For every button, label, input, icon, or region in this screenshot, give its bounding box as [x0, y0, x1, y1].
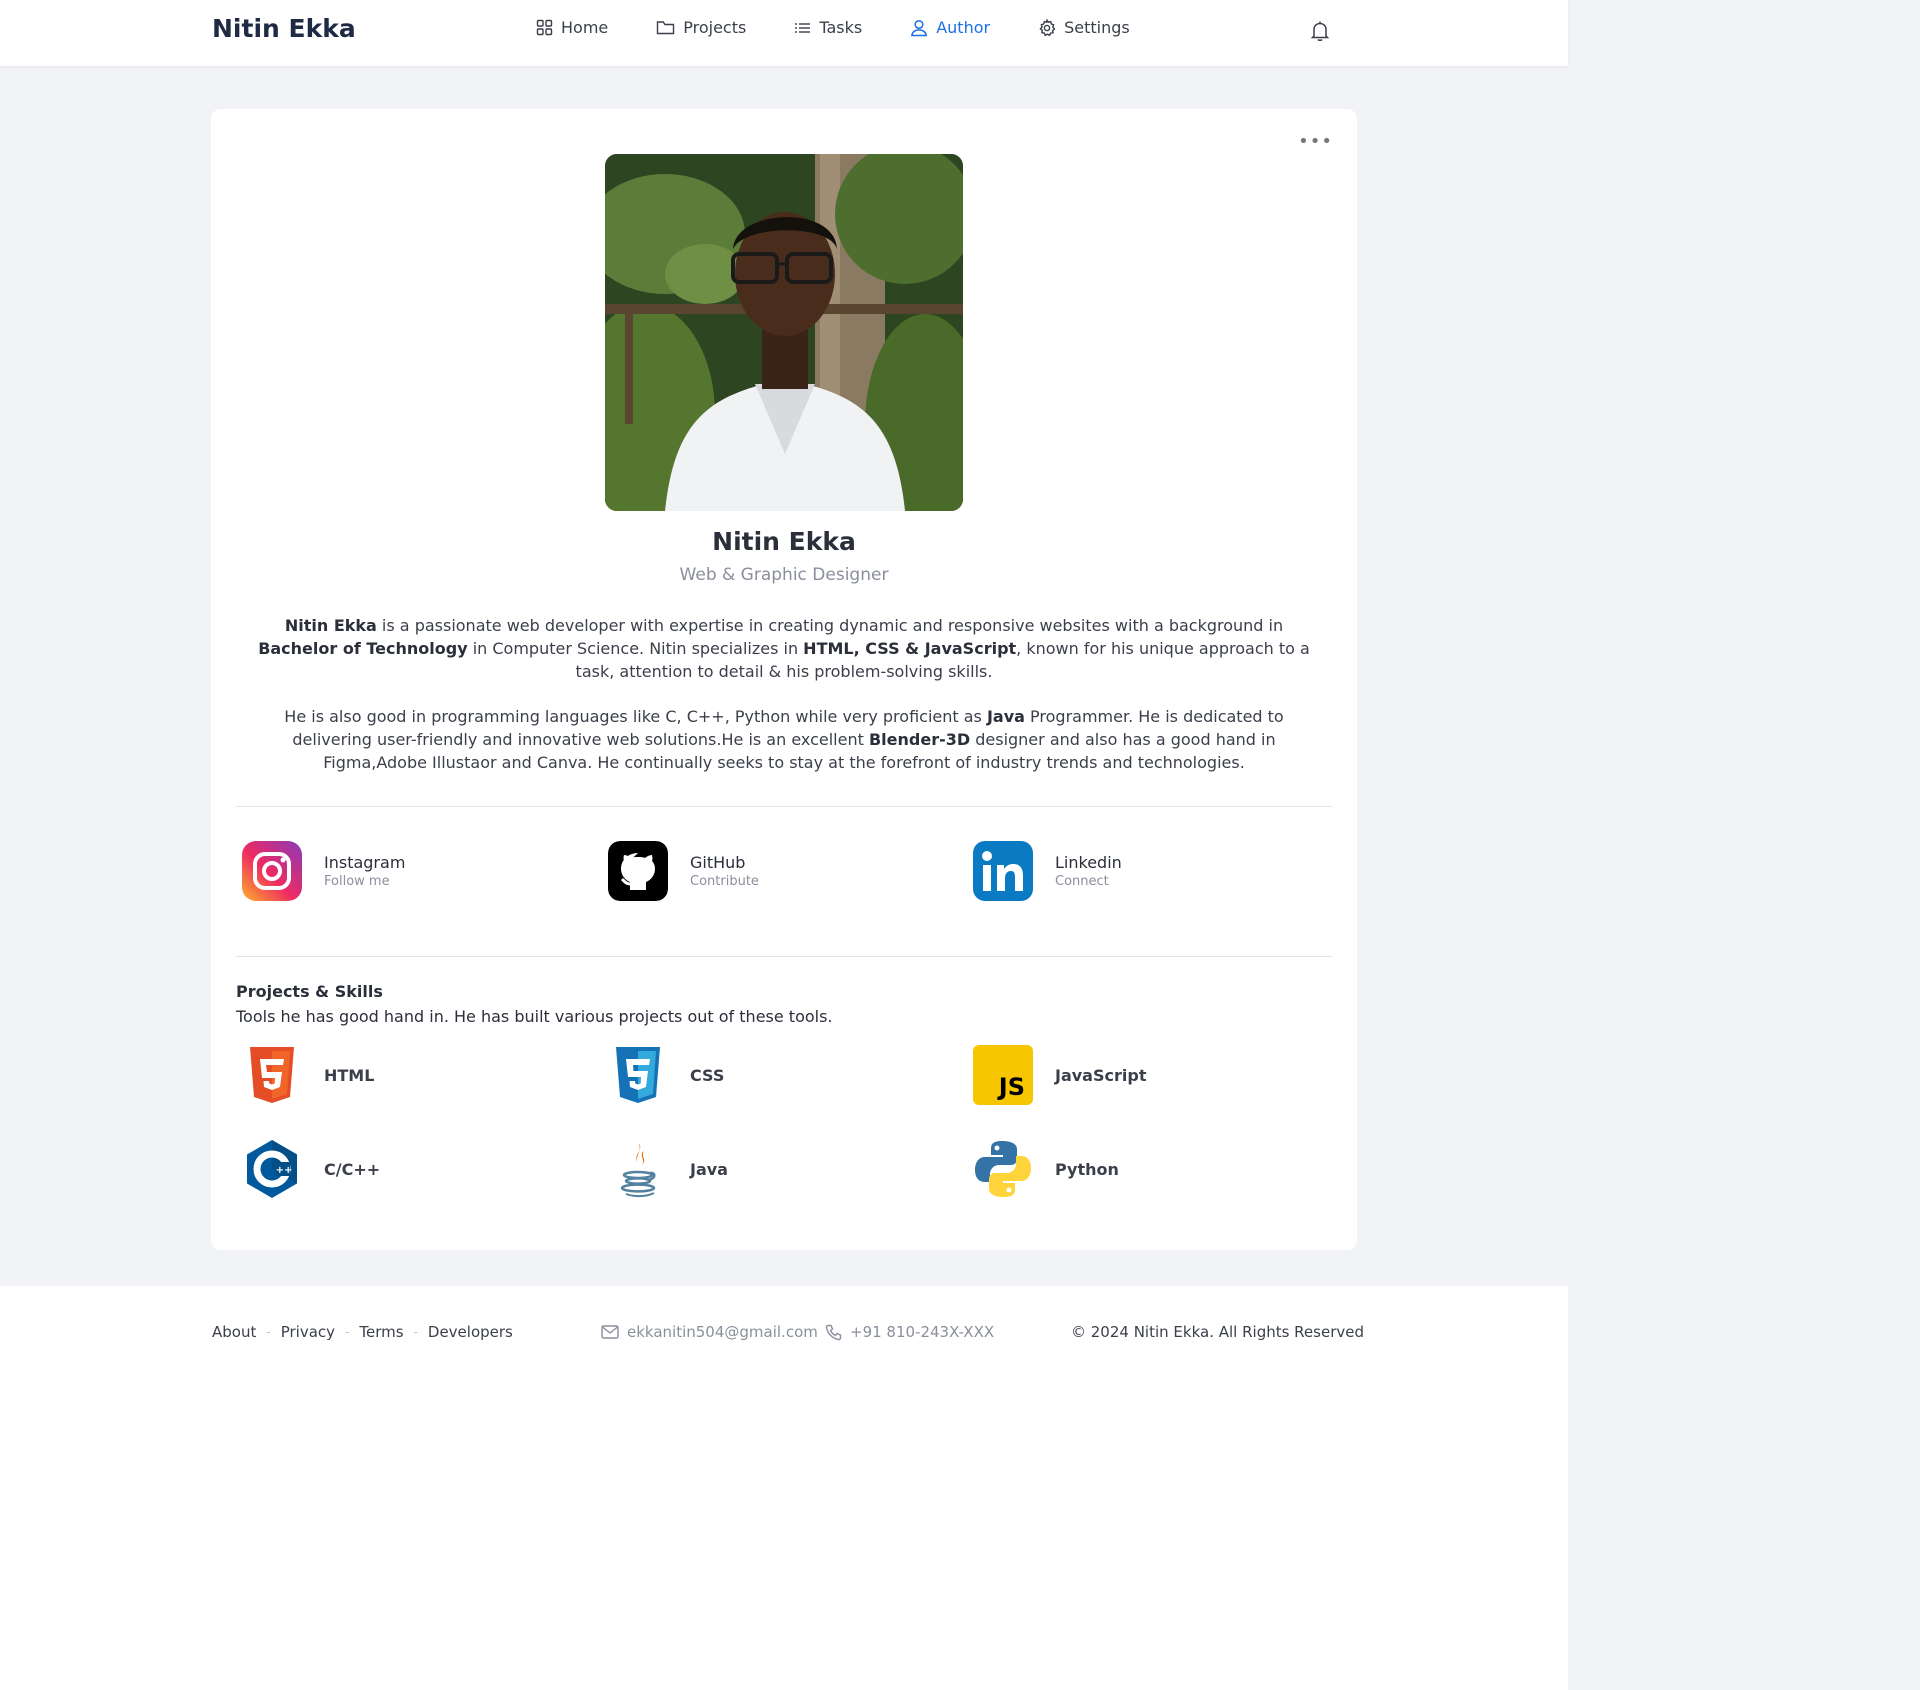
- bio-paragraph-1: Nitin Ekka is a passionate web developer…: [251, 614, 1317, 683]
- phone-icon: [825, 1324, 842, 1340]
- profile-card: ••• Nitin Ekka Web & Graphic Designer Ni…: [211, 109, 1357, 1250]
- footer-link-developers[interactable]: Developers: [428, 1323, 513, 1341]
- skill-html-label: HTML: [324, 1065, 375, 1085]
- skill-java[interactable]: Java: [608, 1139, 728, 1199]
- grid-icon: [536, 19, 553, 36]
- nav-projects-label: Projects: [683, 18, 747, 37]
- skills-section-subtitle: Tools he has good hand in. He has built …: [236, 1007, 833, 1026]
- gear-icon: [1039, 18, 1056, 36]
- bio2-bold-blender: Blender-3D: [868, 730, 971, 749]
- nav-projects[interactable]: Projects: [656, 18, 746, 37]
- linkedin-title: Linkedin: [1055, 853, 1122, 872]
- footer-email[interactable]: ekkanitin504@gmail.com: [601, 1323, 818, 1341]
- skill-css-label: CSS: [690, 1065, 725, 1085]
- nav-tasks-label: Tasks: [819, 18, 863, 37]
- instagram-title: Instagram: [324, 853, 406, 872]
- linkedin-icon: [973, 841, 1033, 901]
- svg-text:++: ++: [276, 1165, 293, 1176]
- footer-copyright: © 2024 Nitin Ekka. All Rights Reserved: [1071, 1323, 1364, 1341]
- footer-link-privacy[interactable]: Privacy: [281, 1323, 335, 1341]
- divider: [236, 956, 1332, 957]
- main-nav: Home Projects Tasks Author Settings: [536, 18, 1178, 37]
- divider: [236, 806, 1332, 807]
- footer-phone[interactable]: +91 810-243X-XXX: [825, 1323, 994, 1341]
- bio1-text-a: is a passionate web developer with exper…: [376, 616, 1284, 635]
- footer-link-about[interactable]: About: [212, 1323, 256, 1341]
- github-subtitle: Contribute: [690, 874, 759, 889]
- skill-python[interactable]: Python: [973, 1139, 1119, 1199]
- github-title: GitHub: [690, 853, 746, 872]
- skills-section-title: Projects & Skills: [236, 982, 383, 1001]
- skill-css[interactable]: CSS: [608, 1045, 724, 1105]
- bio1-bold-name: Nitin Ekka: [284, 616, 377, 635]
- footer-links: About - Privacy - Terms - Developers: [212, 1323, 513, 1341]
- nav-home[interactable]: Home: [536, 18, 608, 37]
- svg-text:JS: JS: [997, 1073, 1025, 1101]
- user-icon: [911, 19, 928, 36]
- skill-javascript-label: JavaScript: [1055, 1065, 1147, 1085]
- bell-icon[interactable]: [1310, 20, 1330, 42]
- profile-role: Web & Graphic Designer: [679, 565, 889, 585]
- nav-settings[interactable]: Settings: [1038, 18, 1130, 37]
- list-icon: [795, 22, 811, 33]
- nav-home-label: Home: [561, 18, 609, 37]
- brand-title[interactable]: Nitin Ekka: [212, 14, 356, 43]
- social-instagram[interactable]: Instagram Follow me: [242, 841, 405, 901]
- skill-python-label: Python: [1055, 1159, 1119, 1179]
- footer-separator: -: [413, 1325, 418, 1339]
- nav-author[interactable]: Author: [910, 18, 990, 37]
- footer-email-text: ekkanitin504@gmail.com: [627, 1323, 818, 1341]
- footer-separator: -: [345, 1325, 350, 1339]
- cpp-icon: ++: [247, 1140, 297, 1198]
- footer-phone-text: +91 810-243X-XXX: [850, 1323, 995, 1341]
- nav-settings-label: Settings: [1064, 18, 1130, 37]
- instagram-icon: [242, 841, 302, 901]
- java-icon: [620, 1143, 656, 1198]
- bio-paragraph-2: He is also good in programming languages…: [251, 705, 1317, 774]
- folder-icon: [657, 20, 675, 34]
- skill-javascript[interactable]: JS JavaScript: [973, 1045, 1146, 1105]
- footer: About - Privacy - Terms - Developers ekk…: [0, 1286, 1568, 1690]
- github-icon: [608, 841, 668, 901]
- profile-name: Nitin Ekka: [712, 527, 856, 556]
- css3-icon: [616, 1047, 660, 1103]
- nav-tasks[interactable]: Tasks: [794, 18, 862, 37]
- footer-separator: -: [266, 1325, 271, 1339]
- skill-cpp-label: C/C++: [324, 1159, 381, 1179]
- social-github[interactable]: GitHub Contribute: [608, 841, 759, 901]
- top-navbar: Nitin Ekka Home Projects Tasks Author Se…: [0, 0, 1568, 66]
- more-options-icon[interactable]: •••: [1298, 131, 1333, 152]
- bio1-bold-degree: Bachelor of Technology: [258, 639, 468, 658]
- python-icon: [975, 1141, 1031, 1197]
- bio2-bold-java: Java: [986, 707, 1025, 726]
- bio2-text-a: He is also good in programming languages…: [284, 707, 987, 726]
- skill-java-label: Java: [690, 1159, 728, 1179]
- javascript-icon: JS: [973, 1045, 1033, 1105]
- html5-icon: [250, 1047, 294, 1103]
- social-linkedin[interactable]: Linkedin Connect: [973, 841, 1122, 901]
- profile-photo: [605, 154, 963, 511]
- linkedin-subtitle: Connect: [1055, 874, 1109, 889]
- instagram-subtitle: Follow me: [324, 874, 390, 889]
- bio1-text-b: in Computer Science. Nitin specializes i…: [467, 639, 804, 658]
- skill-html[interactable]: HTML: [242, 1045, 374, 1105]
- bio1-bold-skills: HTML, CSS & JavaScript: [803, 639, 1017, 658]
- mail-icon: [601, 1325, 619, 1339]
- nav-author-label: Author: [936, 18, 991, 37]
- footer-link-terms[interactable]: Terms: [359, 1323, 403, 1341]
- skill-cpp[interactable]: ++ C/C++: [242, 1139, 380, 1199]
